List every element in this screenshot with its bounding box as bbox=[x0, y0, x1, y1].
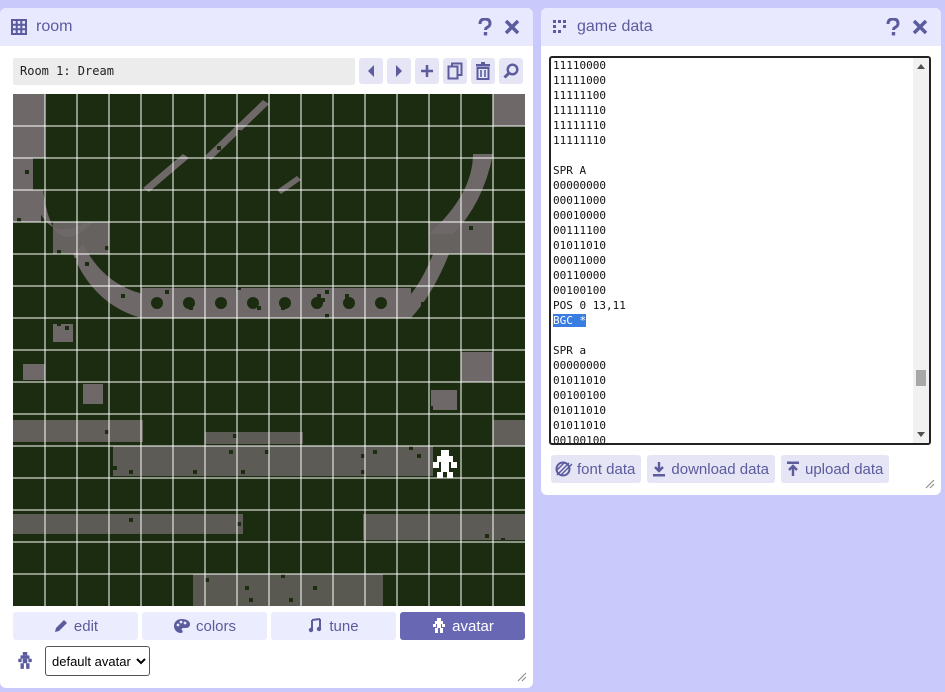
palette-icon bbox=[173, 619, 190, 633]
data-line: BGC * bbox=[553, 313, 913, 328]
arrow-left-icon[interactable] bbox=[359, 58, 383, 84]
room-panel: room Room 1: Dream edit colors tune avat… bbox=[0, 8, 533, 688]
data-line: 00100100 bbox=[553, 284, 606, 297]
data-line: 00010000 bbox=[553, 209, 606, 222]
data-line: 11111110 bbox=[553, 134, 606, 147]
avatar-select[interactable]: default avatar bbox=[45, 646, 150, 676]
grid-icon bbox=[10, 18, 28, 36]
data-line: 01011010 bbox=[553, 239, 606, 252]
data-line: 01011010 bbox=[553, 419, 606, 432]
tab-avatar[interactable]: avatar bbox=[400, 612, 525, 640]
data-line: 01011010 bbox=[553, 374, 606, 387]
scroll-up-icon[interactable] bbox=[913, 58, 929, 74]
game-data-panel: game data 11110000 11111000 11111100 111111… bbox=[541, 8, 941, 495]
scrollbar[interactable] bbox=[913, 58, 929, 443]
data-line: SPR a bbox=[553, 344, 587, 357]
tab-edit-label: edit bbox=[73, 617, 99, 635]
game-data-buttons: font data download data upload data bbox=[551, 455, 890, 483]
upload-data-button[interactable]: upload data bbox=[780, 455, 890, 483]
data-line: 00000000 bbox=[553, 359, 606, 372]
font-data-button[interactable]: font data bbox=[551, 455, 642, 483]
data-line: 11111110 bbox=[553, 119, 606, 132]
scrollbar-thumb[interactable] bbox=[916, 370, 926, 386]
data-line bbox=[553, 148, 913, 163]
data-icon bbox=[551, 18, 569, 36]
resize-grip-icon[interactable] bbox=[925, 479, 935, 489]
tab-edit[interactable]: edit bbox=[13, 612, 138, 640]
data-line: 11111100 bbox=[553, 89, 606, 102]
font-icon bbox=[555, 461, 573, 477]
room-canvas[interactable] bbox=[13, 94, 525, 606]
room-toolbar bbox=[13, 57, 525, 85]
data-line: POS 0 13,11 bbox=[553, 299, 626, 312]
game-data-header[interactable]: game data bbox=[541, 8, 941, 46]
avatar-row: default avatar bbox=[16, 646, 150, 676]
upload-icon bbox=[786, 461, 799, 476]
tab-colors[interactable]: colors bbox=[142, 612, 267, 640]
tab-avatar-label: avatar bbox=[452, 617, 494, 635]
avatar-icon bbox=[18, 652, 32, 669]
resize-grip-icon[interactable] bbox=[517, 672, 527, 682]
data-line: 00000000 bbox=[553, 179, 606, 192]
tab-tune-label: tune bbox=[329, 617, 359, 635]
data-line: 00111100 bbox=[553, 224, 606, 237]
pencil-icon bbox=[54, 620, 67, 632]
question-mark-icon[interactable] bbox=[882, 16, 904, 38]
room-tile-grid[interactable] bbox=[13, 94, 525, 606]
download-icon bbox=[653, 462, 666, 477]
data-line: 11110000 bbox=[553, 59, 606, 72]
download-data-label: download data bbox=[671, 460, 769, 478]
trash-icon[interactable] bbox=[471, 58, 495, 84]
game-data-title: game data bbox=[577, 18, 653, 35]
data-line: 00011000 bbox=[553, 254, 606, 267]
search-icon[interactable] bbox=[499, 58, 523, 84]
close-icon[interactable] bbox=[909, 16, 931, 38]
upload-data-label: upload data bbox=[804, 460, 884, 478]
close-icon[interactable] bbox=[501, 16, 523, 38]
game-data-textarea[interactable]: 11110000 11111000 11111100 11111110 11111110… bbox=[549, 56, 931, 445]
download-data-button[interactable]: download data bbox=[647, 455, 775, 483]
game-data-text[interactable]: 11110000 11111000 11111100 11111110 11111110… bbox=[553, 58, 913, 445]
plus-icon[interactable] bbox=[415, 58, 439, 84]
tab-tune[interactable]: tune bbox=[271, 612, 396, 640]
data-line: 01011010 bbox=[553, 404, 606, 417]
font-data-label: font data bbox=[577, 460, 636, 478]
room-name-input[interactable] bbox=[13, 57, 355, 85]
room-panel-header[interactable]: room bbox=[0, 8, 533, 46]
data-line: 11111110 bbox=[553, 104, 606, 117]
room-tabs: edit colors tune avatar bbox=[13, 612, 525, 640]
question-mark-icon[interactable] bbox=[474, 16, 496, 38]
data-line: 11111000 bbox=[553, 74, 606, 87]
room-panel-title: room bbox=[36, 18, 73, 35]
scroll-down-icon[interactable] bbox=[913, 427, 929, 443]
data-line: 00100100 bbox=[553, 389, 606, 402]
data-line: SPR A bbox=[553, 164, 587, 177]
data-line: 00011000 bbox=[553, 194, 606, 207]
music-note-icon bbox=[309, 618, 322, 633]
data-line bbox=[553, 328, 913, 343]
data-line: 00100100 bbox=[553, 434, 606, 445]
arrow-right-icon[interactable] bbox=[387, 58, 411, 84]
avatar-icon bbox=[433, 618, 446, 633]
duplicate-icon[interactable] bbox=[443, 58, 467, 84]
selected-text[interactable]: BGC * bbox=[553, 314, 587, 327]
tab-colors-label: colors bbox=[195, 617, 236, 635]
data-line: 00110000 bbox=[553, 269, 606, 282]
